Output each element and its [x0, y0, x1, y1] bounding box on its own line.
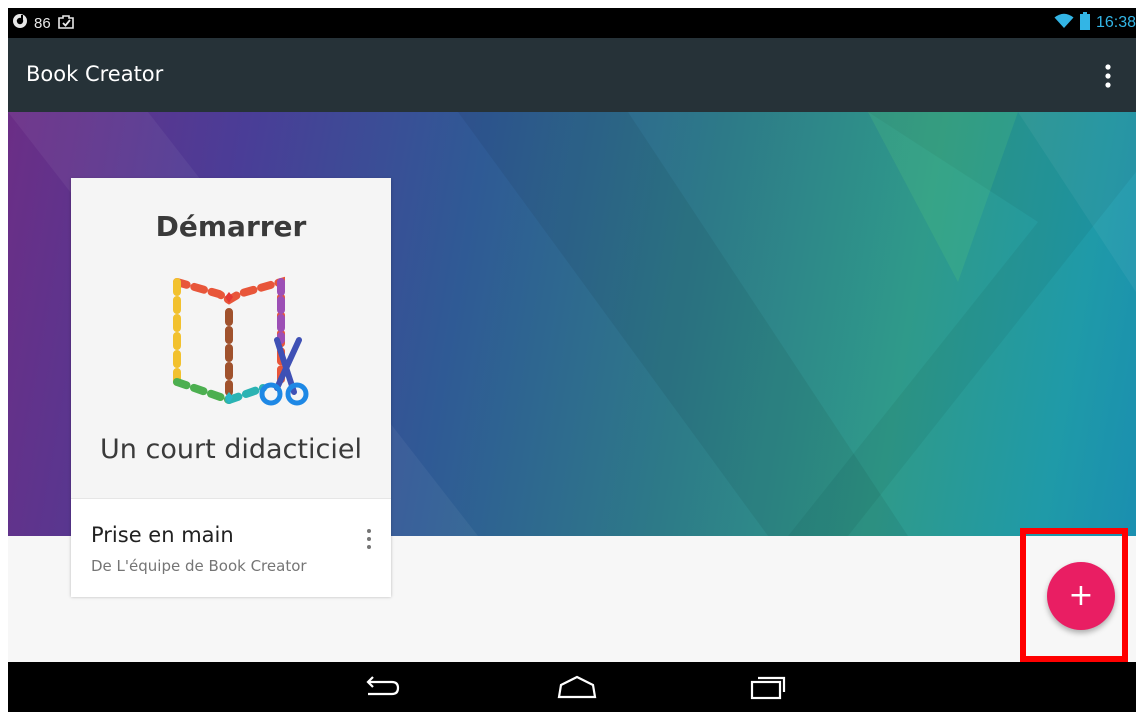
- book-creator-logo-icon: [159, 270, 309, 415]
- book-card-footer: Prise en main De L'équipe de Book Creato…: [71, 498, 391, 597]
- book-card[interactable]: Démarrer Un court didacticiel Prise en m…: [71, 178, 391, 597]
- clipboard-icon: [57, 13, 75, 33]
- more-vert-icon[interactable]: [363, 527, 375, 551]
- back-icon[interactable]: [358, 672, 402, 702]
- book-author: De L'équipe de Book Creator: [91, 557, 307, 575]
- clock: 16:38: [1095, 14, 1136, 31]
- home-icon[interactable]: [555, 672, 599, 702]
- status-bar: 86 16:38: [8, 8, 1136, 38]
- app-notification-icon: [12, 13, 28, 33]
- device-screen: 86 16:38 Book Creator Démarrer Un court …: [8, 8, 1136, 712]
- wifi-icon: [1054, 13, 1074, 34]
- book-title: Prise en main: [91, 523, 234, 547]
- app-bar: Book Creator: [8, 38, 1136, 112]
- cover-title: Démarrer: [155, 210, 307, 243]
- app-title: Book Creator: [26, 62, 164, 86]
- notification-count: 86: [34, 14, 51, 32]
- battery-icon: [1079, 11, 1090, 35]
- recents-icon[interactable]: [746, 672, 790, 702]
- book-cover[interactable]: Démarrer Un court didacticiel: [71, 178, 391, 498]
- add-book-button[interactable]: +: [1047, 562, 1115, 630]
- overflow-menu-icon[interactable]: [1096, 62, 1120, 90]
- cover-subtitle: Un court didacticiel: [100, 434, 362, 465]
- navigation-bar: [8, 662, 1136, 712]
